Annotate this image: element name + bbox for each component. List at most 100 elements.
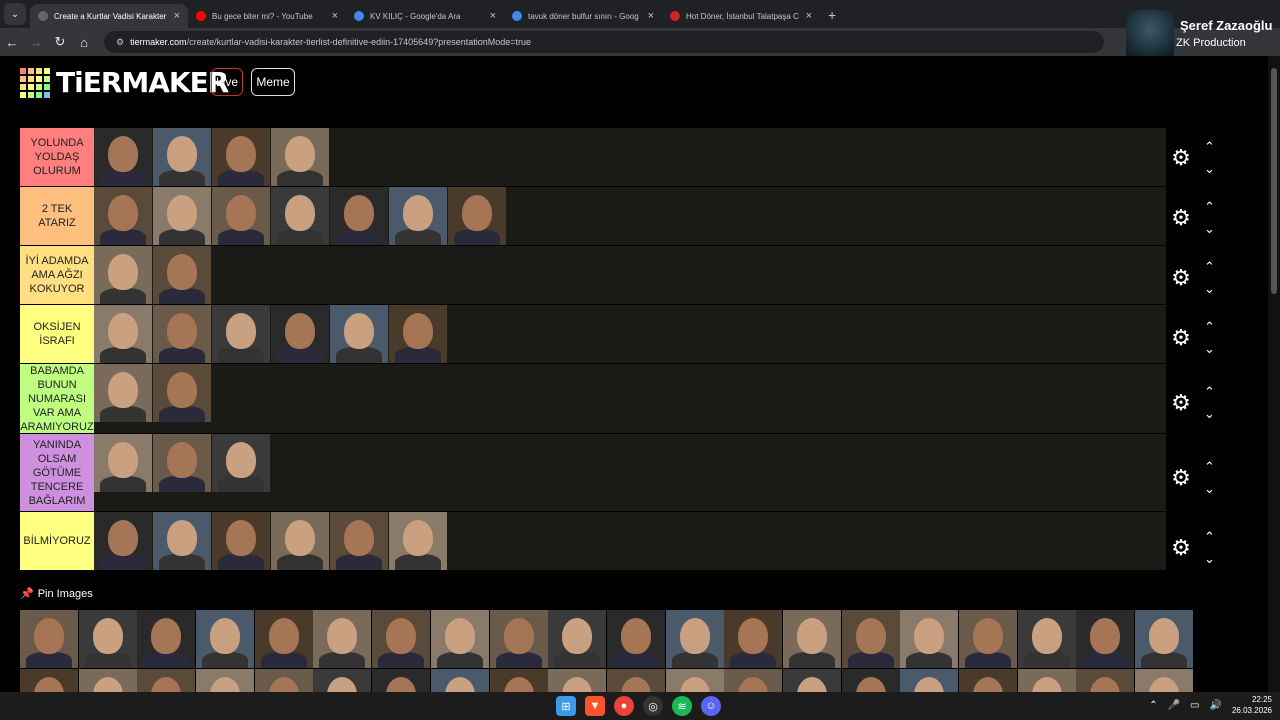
character-image[interactable]: [254, 669, 313, 692]
move-tier-up-icon[interactable]: ⌃: [1204, 381, 1215, 403]
tier-label[interactable]: BABAMDA BUNUN NUMARASI VAR AMA ARAMIYORU…: [20, 364, 94, 433]
tier-label[interactable]: YANINDA OLSAM GÖTÜME TENCERE BAĞLARIM: [20, 434, 94, 511]
character-image[interactable]: [724, 669, 783, 692]
reload-icon[interactable]: ↻: [48, 34, 72, 50]
character-image[interactable]: [430, 669, 489, 692]
character-image[interactable]: [1017, 610, 1076, 668]
live-button[interactable]: Live: [211, 68, 243, 96]
start-icon[interactable]: ⊞: [556, 696, 576, 716]
character-image[interactable]: [489, 669, 548, 692]
move-tier-up-icon[interactable]: ⌃: [1204, 316, 1215, 338]
tier-settings-gear-icon[interactable]: ⚙: [1170, 265, 1192, 291]
microphone-icon[interactable]: 🎤: [1168, 700, 1180, 711]
back-icon[interactable]: ←: [0, 35, 24, 50]
character-image[interactable]: [548, 610, 607, 668]
character-image[interactable]: [1135, 669, 1194, 692]
character-image[interactable]: [212, 512, 270, 570]
character-image[interactable]: [1017, 669, 1076, 692]
scrollbar[interactable]: [1268, 56, 1280, 692]
character-image[interactable]: [254, 610, 313, 668]
tab-close-icon[interactable]: ×: [490, 10, 496, 22]
clock[interactable]: 22:25 26.03.2026: [1232, 694, 1272, 716]
url-field[interactable]: ⚙ tiermaker.com /create/kurtlar-vadisi-k…: [104, 31, 1104, 53]
tier-label[interactable]: BİLMİYORUZ: [20, 512, 94, 570]
brave-icon[interactable]: ▼: [585, 696, 605, 716]
obs-icon[interactable]: ◎: [643, 696, 663, 716]
tier-label[interactable]: YOLUNDA YOLDAŞ OLURUM: [20, 128, 94, 186]
character-image[interactable]: [724, 610, 783, 668]
tier-items[interactable]: [94, 305, 1166, 363]
scrollbar-thumb[interactable]: [1271, 68, 1277, 294]
character-image[interactable]: [94, 246, 152, 304]
tab-close-icon[interactable]: ×: [648, 10, 654, 22]
tiermaker-logo[interactable]: TiERMAKER: [20, 66, 229, 99]
browser-tab[interactable]: KV KILIÇ - Google'da Ara ×: [346, 4, 504, 28]
character-image[interactable]: [606, 669, 665, 692]
browser-tab[interactable]: Create a Kurtlar Vadisi Karakter ×: [30, 4, 188, 28]
move-tier-down-icon[interactable]: ⌄: [1204, 218, 1215, 240]
character-image[interactable]: [137, 610, 196, 668]
move-tier-down-icon[interactable]: ⌄: [1204, 158, 1215, 180]
character-image[interactable]: [94, 305, 152, 363]
move-tier-down-icon[interactable]: ⌄: [1204, 548, 1215, 570]
character-image[interactable]: [959, 669, 1017, 692]
character-image[interactable]: [153, 305, 211, 363]
character-image[interactable]: [606, 610, 665, 668]
move-tier-up-icon[interactable]: ⌃: [1204, 136, 1215, 158]
character-image[interactable]: [137, 669, 196, 692]
character-image[interactable]: [389, 305, 447, 363]
character-image[interactable]: [430, 610, 489, 668]
character-image[interactable]: [1076, 610, 1135, 668]
character-image[interactable]: [841, 610, 900, 668]
tier-items[interactable]: [94, 187, 1166, 245]
move-tier-down-icon[interactable]: ⌄: [1204, 338, 1215, 360]
character-image[interactable]: [900, 669, 959, 692]
character-image[interactable]: [212, 187, 270, 245]
tab-close-icon[interactable]: ×: [806, 10, 812, 22]
browser-tab[interactable]: Bu gece biter mi? - YouTube ×: [188, 4, 346, 28]
character-image[interactable]: [1135, 610, 1194, 668]
character-image[interactable]: [959, 610, 1017, 668]
character-image[interactable]: [196, 669, 255, 692]
browser-tab[interactable]: tavuk döner bulfur sınırı - Goog ×: [504, 4, 662, 28]
meme-button[interactable]: Meme: [251, 68, 295, 96]
tier-items[interactable]: [94, 434, 1166, 511]
character-image[interactable]: [153, 434, 211, 492]
tier-settings-gear-icon[interactable]: ⚙: [1170, 145, 1192, 171]
home-icon[interactable]: ⌂: [72, 35, 96, 50]
tray-chevron-icon[interactable]: ⌃: [1149, 700, 1157, 711]
new-tab-button[interactable]: +: [828, 7, 836, 23]
character-image[interactable]: [330, 305, 388, 363]
forward-icon[interactable]: →: [24, 35, 48, 50]
move-tier-up-icon[interactable]: ⌃: [1204, 456, 1215, 478]
character-image[interactable]: [94, 512, 152, 570]
move-tier-up-icon[interactable]: ⌃: [1204, 256, 1215, 278]
character-image[interactable]: [271, 512, 329, 570]
character-image[interactable]: [78, 669, 137, 692]
tier-items[interactable]: [94, 364, 1166, 433]
move-tier-down-icon[interactable]: ⌄: [1204, 278, 1215, 300]
chrome-icon[interactable]: ●: [614, 696, 634, 716]
character-image[interactable]: [20, 669, 78, 692]
character-image[interactable]: [153, 128, 211, 186]
character-image[interactable]: [153, 187, 211, 245]
character-image[interactable]: [212, 128, 270, 186]
character-image[interactable]: [153, 364, 211, 422]
character-image[interactable]: [78, 610, 137, 668]
character-image[interactable]: [271, 187, 329, 245]
character-image[interactable]: [153, 246, 211, 304]
tab-search-button[interactable]: ⌄: [4, 3, 26, 25]
tier-settings-gear-icon[interactable]: ⚙: [1170, 205, 1192, 231]
tier-settings-gear-icon[interactable]: ⚙: [1170, 390, 1192, 416]
character-image[interactable]: [330, 187, 388, 245]
move-tier-down-icon[interactable]: ⌄: [1204, 403, 1215, 425]
tier-label[interactable]: OKSİJEN İSRAFI: [20, 305, 94, 363]
tier-label[interactable]: İYİ ADAMDA AMA AĞZI KOKUYOR: [20, 246, 94, 304]
character-image[interactable]: [212, 434, 270, 492]
character-image[interactable]: [212, 305, 270, 363]
character-image[interactable]: [372, 669, 431, 692]
character-image[interactable]: [389, 187, 447, 245]
move-tier-up-icon[interactable]: ⌃: [1204, 526, 1215, 548]
character-image[interactable]: [900, 610, 959, 668]
tier-settings-gear-icon[interactable]: ⚙: [1170, 465, 1192, 491]
